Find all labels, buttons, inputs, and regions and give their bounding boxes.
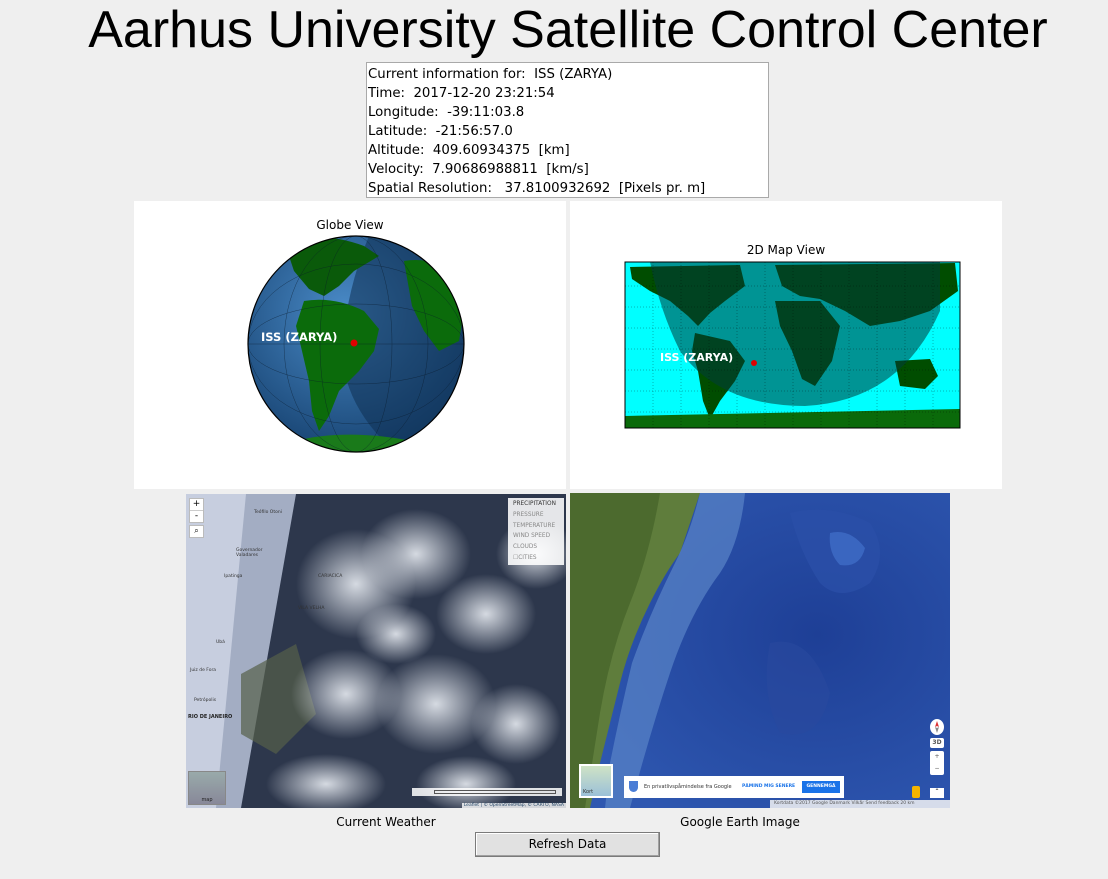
privacy-reminder-banner: En privatlivspåmindelse fra Google PÅMIN… (624, 776, 844, 798)
expand-icon[interactable]: ⌃ (930, 788, 944, 798)
city-label: Petrópolis (194, 698, 217, 703)
earth-zoom-out-button[interactable]: − (930, 763, 944, 775)
pegman-icon[interactable] (912, 786, 920, 798)
google-earth-image (570, 493, 950, 808)
layer-option-cities[interactable]: ☐CITIES (513, 553, 564, 564)
city-label: RIO DE JANEIRO (188, 714, 233, 720)
google-earth-map[interactable]: Kort En privatlivspåmindelse fra Google … (570, 493, 950, 808)
weather-map[interactable]: Teófilo Otoni Governador Valadares Ipati… (186, 494, 566, 808)
satellite-info-panel: Current information for: ISS (ZARYA) Tim… (366, 62, 769, 198)
earth-caption: Google Earth Image (680, 815, 800, 829)
info-latitude: Latitude: -21:56:57.0 (368, 124, 513, 139)
layer-option[interactable]: CLOUDS (513, 542, 564, 553)
city-label: Ipatinga (224, 574, 243, 579)
privacy-text: En privatlivspåmindelse fra Google (644, 784, 732, 790)
zoom-in-button[interactable]: + (190, 499, 203, 510)
info-spatial-resolution: Spatial Resolution: 37.8100932692 [Pixel… (368, 181, 706, 196)
city-label: Ubá (216, 640, 225, 645)
map-type-toggle[interactable]: Kort (579, 764, 613, 798)
info-altitude: Altitude: 409.60934375 [km] (368, 143, 570, 158)
info-velocity: Velocity: 7.90686988811 [km/s] (368, 162, 589, 177)
city-label: CARIACICA (318, 574, 343, 579)
globe-view-panel: Globe View ISS (ZARYA) (134, 201, 566, 489)
earth-zoom-in-button[interactable]: + (930, 751, 944, 763)
weather-scale-bar (412, 788, 562, 796)
map-satellite-marker (751, 360, 757, 366)
weather-attribution[interactable]: Leaflet | © OpenStreetMap, © CARTO, NASA (461, 803, 566, 808)
layer-option[interactable]: PRECIPITATION (513, 499, 564, 510)
google-footer: Kortdata ©2017 Google Danmark Vilkår Sen… (770, 800, 950, 808)
zoom-out-button[interactable]: - (190, 510, 203, 522)
3d-toggle[interactable]: 3D (930, 738, 944, 748)
map-satellite-label: ISS (ZARYA) (660, 351, 733, 364)
globe-view-figure: ISS (ZARYA) (247, 235, 465, 453)
compass-icon[interactable] (930, 719, 944, 735)
globe-satellite-marker (350, 339, 358, 347)
map-2d-panel: 2D Map View ISS (ZARYA) (570, 201, 1002, 489)
shield-icon (629, 781, 638, 792)
globe-land-antarctica (294, 434, 434, 452)
weather-zoom-control: + - (189, 498, 204, 523)
refresh-data-button[interactable]: Refresh Data (475, 832, 660, 857)
city-label: Governador Valadares (236, 548, 263, 558)
city-label: Teófilo Otoni (254, 510, 282, 515)
layer-option[interactable]: WIND SPEED (513, 531, 564, 542)
map-2d-figure: ISS (ZARYA) (624, 261, 961, 429)
layer-option[interactable]: PRESSURE (513, 510, 564, 521)
info-longitude: Longitude: -39:11:03.8 (368, 105, 525, 120)
layer-option[interactable]: TEMPERATURE (513, 521, 564, 532)
app-title: Aarhus University Satellite Control Cent… (88, 1, 1048, 59)
weather-minimap[interactable]: map (188, 771, 226, 805)
weather-layer-menu: PRECIPITATION PRESSURE TEMPERATURE WIND … (508, 498, 564, 565)
globe-satellite-label: ISS (ZARYA) (261, 330, 337, 344)
review-button[interactable]: GENNEMGÅ (802, 781, 840, 793)
city-label: Juiz de Fora (190, 668, 217, 673)
info-time: Time: 2017-12-20 23:21:54 (368, 86, 555, 101)
city-label: VILA VELHA (298, 606, 325, 611)
zoom-control: + − (930, 751, 944, 775)
weather-caption: Current Weather (336, 815, 436, 829)
remind-later-button[interactable]: PÅMIND MIG SENERE (742, 776, 795, 798)
search-icon[interactable]: ⌕ (189, 525, 204, 538)
info-satellite-name: Current information for: ISS (ZARYA) (368, 67, 613, 82)
